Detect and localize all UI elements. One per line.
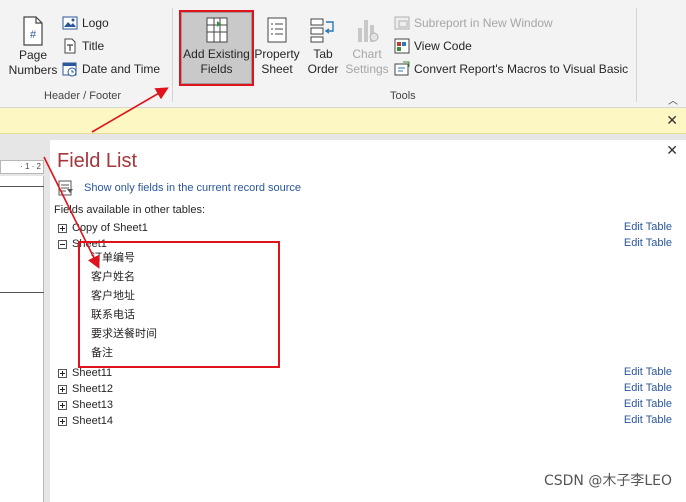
property-sheet-label-1: Property — [254, 47, 300, 61]
table-row-sheet13[interactable]: Sheet13 — [58, 397, 113, 413]
header-footer-group-label: Header / Footer — [44, 90, 122, 102]
logo-button[interactable]: Logo — [62, 13, 109, 33]
available-fields-label: Fields available in other tables: — [54, 204, 206, 216]
table-name: Sheet14 — [72, 415, 113, 427]
table-name: Sheet12 — [72, 383, 113, 395]
edit-table-link[interactable]: Edit Table — [624, 221, 672, 233]
title-icon — [64, 38, 76, 54]
page-numbers-label-2: Numbers — [8, 63, 58, 77]
section-line — [0, 186, 44, 187]
tools-group-label: Tools — [390, 90, 416, 102]
page-numbers-button[interactable]: # Page Numbers — [6, 16, 60, 78]
chart-settings-icon — [358, 20, 379, 42]
view-code-button[interactable]: View Code — [394, 36, 472, 56]
table-row-sheet14[interactable]: Sheet14 — [58, 413, 113, 429]
collapse-ribbon-icon[interactable]: ︿ — [668, 92, 678, 107]
group-separator — [636, 8, 637, 102]
edit-table-link[interactable]: Edit Table — [624, 237, 672, 249]
expand-icon[interactable] — [58, 223, 67, 233]
field-list-close-icon[interactable]: ✕ — [666, 142, 678, 159]
view-code-icon — [394, 38, 410, 54]
edit-table-link[interactable]: Edit Table — [624, 398, 672, 410]
group-separator — [172, 8, 173, 102]
calendar-clock-icon — [62, 62, 77, 77]
show-only-label: Show only fields in the current record s… — [84, 182, 302, 194]
title-label: Title — [82, 39, 105, 53]
expand-icon[interactable] — [58, 368, 67, 378]
access-report-design-window: # Page Numbers Logo Title Date and Time … — [0, 0, 686, 502]
design-canvas[interactable] — [0, 176, 44, 502]
subreport-icon — [394, 16, 410, 30]
convert-macros-button[interactable]: Convert Report's Macros to Visual Basic — [394, 59, 628, 79]
svg-text:#: # — [30, 29, 37, 41]
convert-macros-label: Convert Report's Macros to Visual Basic — [414, 62, 629, 76]
subreport-new-window-button[interactable]: Subreport in New Window — [394, 13, 553, 33]
message-bar-close-icon[interactable]: ✕ — [666, 112, 678, 129]
ribbon: # Page Numbers Logo Title Date and Time … — [0, 0, 686, 108]
expand-icon[interactable] — [58, 384, 67, 394]
chart-settings-button[interactable]: Chart Settings — [344, 14, 390, 77]
page-numbers-icon: # — [23, 16, 43, 46]
convert-macros-icon — [394, 61, 410, 76]
show-only-link[interactable]: Show only fields in the current record s… — [58, 180, 301, 196]
field-list-pane: Field List ✕ Show only fields in the cur… — [50, 140, 686, 502]
tab-order-icon — [310, 18, 334, 43]
watermark: CSDN @木子李LEO — [543, 473, 672, 489]
property-sheet-icon — [267, 17, 287, 43]
report-design-area: · 1 · 2 — [0, 134, 50, 502]
table-row-copy-of-sheet1[interactable]: Copy of Sheet1 — [58, 220, 148, 236]
table-row-sheet11[interactable]: Sheet11 — [58, 365, 112, 381]
page-numbers-label-1: Page — [18, 48, 48, 62]
property-sheet-label-2: Sheet — [261, 62, 293, 76]
collapse-icon[interactable] — [58, 239, 67, 249]
tab-order-label-1: Tab — [313, 47, 333, 61]
fields-highlight-box — [78, 241, 280, 368]
property-sheet-button[interactable]: Property Sheet — [254, 14, 300, 77]
field-list-title: Field List — [57, 150, 138, 172]
date-time-label: Date and Time — [82, 62, 161, 76]
horizontal-ruler: · 1 · 2 — [0, 160, 44, 174]
table-row-sheet12[interactable]: Sheet12 — [58, 381, 113, 397]
table-name: Sheet11 — [72, 367, 113, 379]
logo-label: Logo — [82, 16, 109, 30]
table-name: Copy of Sheet1 — [72, 222, 148, 234]
edit-table-link[interactable]: Edit Table — [624, 366, 672, 378]
date-time-button[interactable]: Date and Time — [62, 59, 160, 79]
subreport-label: Subreport in New Window — [414, 16, 553, 30]
view-code-label: View Code — [414, 39, 472, 53]
section-line — [0, 292, 44, 293]
tab-order-button[interactable]: Tab Order — [302, 14, 344, 77]
tab-order-label-2: Order — [307, 62, 339, 76]
chart-settings-label-2: Settings — [345, 62, 389, 76]
chart-settings-label-1: Chart — [352, 47, 382, 61]
filter-table-icon — [58, 180, 73, 196]
title-button[interactable]: Title — [62, 36, 104, 56]
edit-table-link[interactable]: Edit Table — [624, 382, 672, 394]
expand-icon[interactable] — [58, 416, 67, 426]
add-existing-fields-highlight — [179, 10, 254, 86]
table-name: Sheet13 — [72, 399, 113, 411]
expand-icon[interactable] — [58, 400, 67, 410]
logo-icon — [62, 16, 78, 30]
message-bar: ✕ — [0, 108, 686, 134]
edit-table-link[interactable]: Edit Table — [624, 414, 672, 426]
